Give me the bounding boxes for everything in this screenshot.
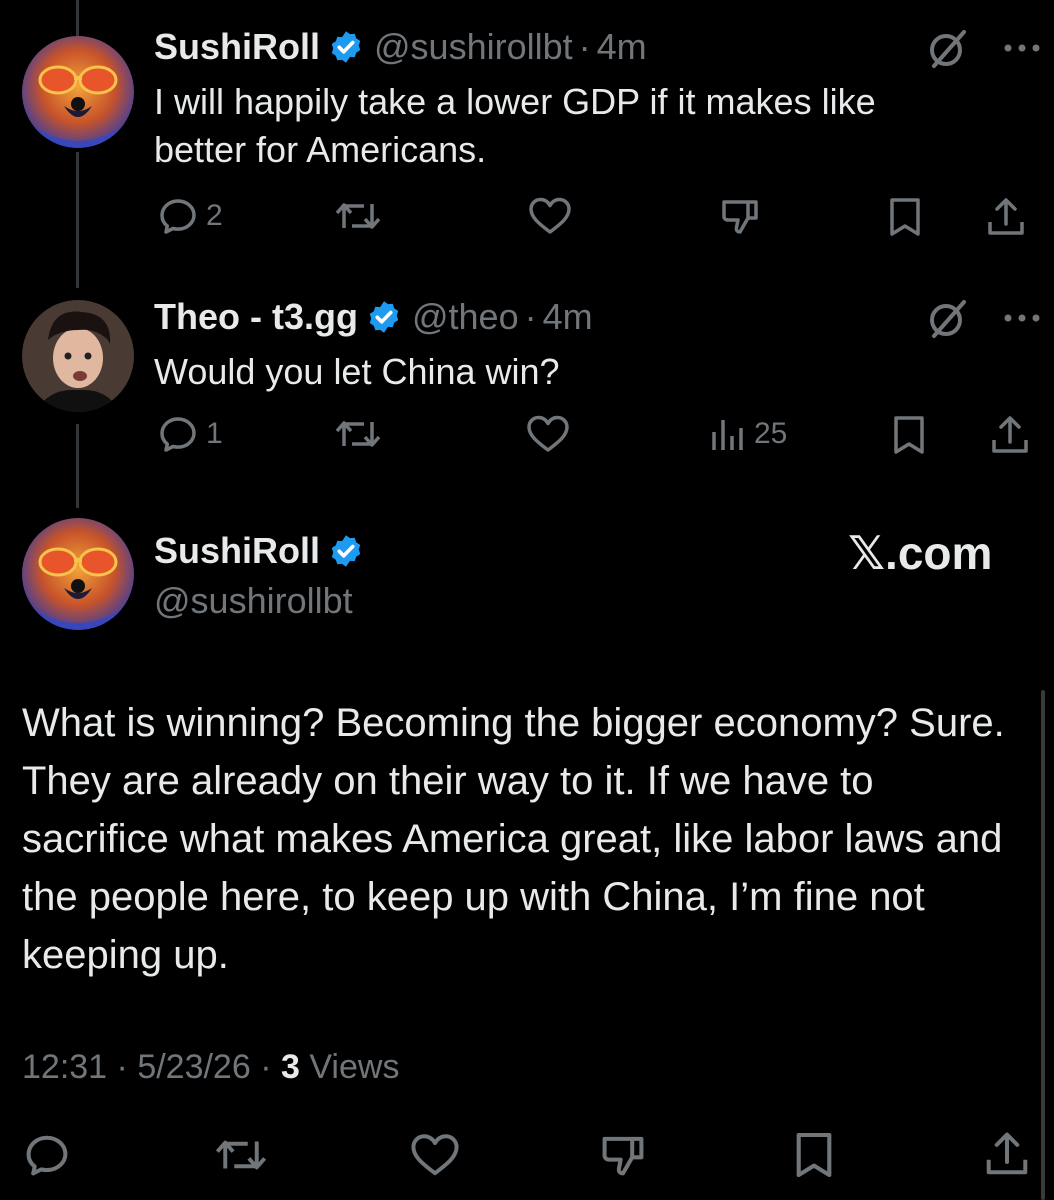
share-button[interactable] <box>984 1130 1030 1178</box>
bookmark-icon <box>890 198 920 236</box>
views-chart-icon <box>712 420 743 450</box>
repost-icon <box>215 1140 267 1170</box>
tweet-header: SushiRoll @sushirollbt · 4m <box>154 26 647 68</box>
repost-button[interactable] <box>214 1132 268 1178</box>
handle[interactable]: @sushirollbt <box>374 26 573 68</box>
share-icon <box>986 1132 1028 1175</box>
share-button[interactable] <box>990 414 1030 456</box>
timestamp[interactable]: 4m <box>543 296 593 338</box>
main-tweet-text: What is winning? Becoming the bigger eco… <box>22 701 1005 977</box>
handle[interactable]: @theo <box>412 296 519 338</box>
thread-line <box>76 424 79 508</box>
tweet-top-icons <box>928 296 1040 340</box>
like-button[interactable] <box>528 196 572 236</box>
tweet-meta: 12:31 · 5/23/26 · 3 Views <box>22 1048 399 1087</box>
scrollbar[interactable] <box>1041 690 1045 1200</box>
heart-icon <box>527 415 569 452</box>
thumbs-down-icon <box>602 1136 644 1176</box>
display-name[interactable]: SushiRoll <box>154 26 320 68</box>
bookmark-icon <box>796 1132 832 1178</box>
main-tweet-header: SushiRoll <box>154 530 374 572</box>
thread-line <box>76 152 79 288</box>
display-name[interactable]: SushiRoll <box>154 530 320 572</box>
share-icon <box>992 416 1028 453</box>
handle[interactable]: @sushirollbt <box>154 580 353 622</box>
separator-dot: · <box>250 1048 281 1086</box>
display-name[interactable]: Theo - t3.gg <box>154 296 358 338</box>
verified-badge-icon <box>328 29 364 65</box>
heart-icon <box>529 197 571 234</box>
share-button[interactable] <box>986 196 1026 238</box>
tweet-date[interactable]: 5/23/26 <box>137 1048 250 1086</box>
views-count: 3 <box>280 1048 300 1086</box>
repost-button[interactable] <box>334 196 382 236</box>
separator-dot: · <box>107 1048 138 1086</box>
like-button[interactable] <box>526 414 570 454</box>
repost-icon <box>335 203 381 229</box>
grok-icon[interactable] <box>928 296 968 340</box>
repost-button[interactable] <box>334 414 382 454</box>
verified-badge-icon <box>328 533 364 569</box>
avatar-theo[interactable] <box>22 300 134 412</box>
verified-badge-icon <box>366 299 402 335</box>
more-icon[interactable] <box>1004 313 1040 323</box>
more-icon[interactable] <box>1004 43 1040 53</box>
avatar-sushiroll[interactable] <box>22 518 134 630</box>
dislike-button[interactable] <box>600 1132 646 1178</box>
avatar-sushiroll[interactable] <box>22 36 134 148</box>
reply-count: 2 <box>206 199 223 232</box>
reply-icon <box>160 199 196 234</box>
thread-line <box>76 0 79 40</box>
share-icon <box>988 198 1024 235</box>
tweet-top-icons <box>928 26 1040 70</box>
separator-dot: · <box>578 26 591 67</box>
reply-button[interactable]: 1 <box>158 414 223 454</box>
repost-icon <box>335 421 381 447</box>
reply-count: 1 <box>206 417 223 450</box>
views-button[interactable]: 25 <box>710 414 787 454</box>
main-tweet-handle-row: @sushirollbt <box>154 580 353 622</box>
tweet-text: I will happily take a lower GDP if it ma… <box>154 81 876 170</box>
bookmark-button[interactable] <box>794 1130 834 1180</box>
bookmark-button[interactable] <box>892 414 926 456</box>
tweet-text: Would you let China win? <box>154 351 560 392</box>
thumbs-down-icon <box>722 200 758 234</box>
reply-button[interactable]: 2 <box>158 196 223 236</box>
timestamp[interactable]: 4m <box>597 26 647 68</box>
views-count: 25 <box>754 417 788 450</box>
reply-button[interactable] <box>24 1132 70 1178</box>
x-watermark: 𝕏.com <box>848 527 993 579</box>
reply-icon <box>160 417 196 452</box>
views-label[interactable]: Views <box>309 1048 399 1086</box>
bookmark-icon <box>894 416 924 454</box>
tweet-header: Theo - t3.gg @theo · 4m <box>154 296 593 338</box>
separator-dot: · <box>524 296 537 337</box>
reply-icon <box>26 1135 68 1176</box>
grok-icon[interactable] <box>928 26 968 70</box>
like-button[interactable] <box>410 1132 460 1178</box>
bookmark-button[interactable] <box>888 196 922 238</box>
tweet-time[interactable]: 12:31 <box>22 1048 107 1086</box>
dislike-button[interactable] <box>720 196 760 236</box>
heart-icon <box>411 1134 459 1176</box>
